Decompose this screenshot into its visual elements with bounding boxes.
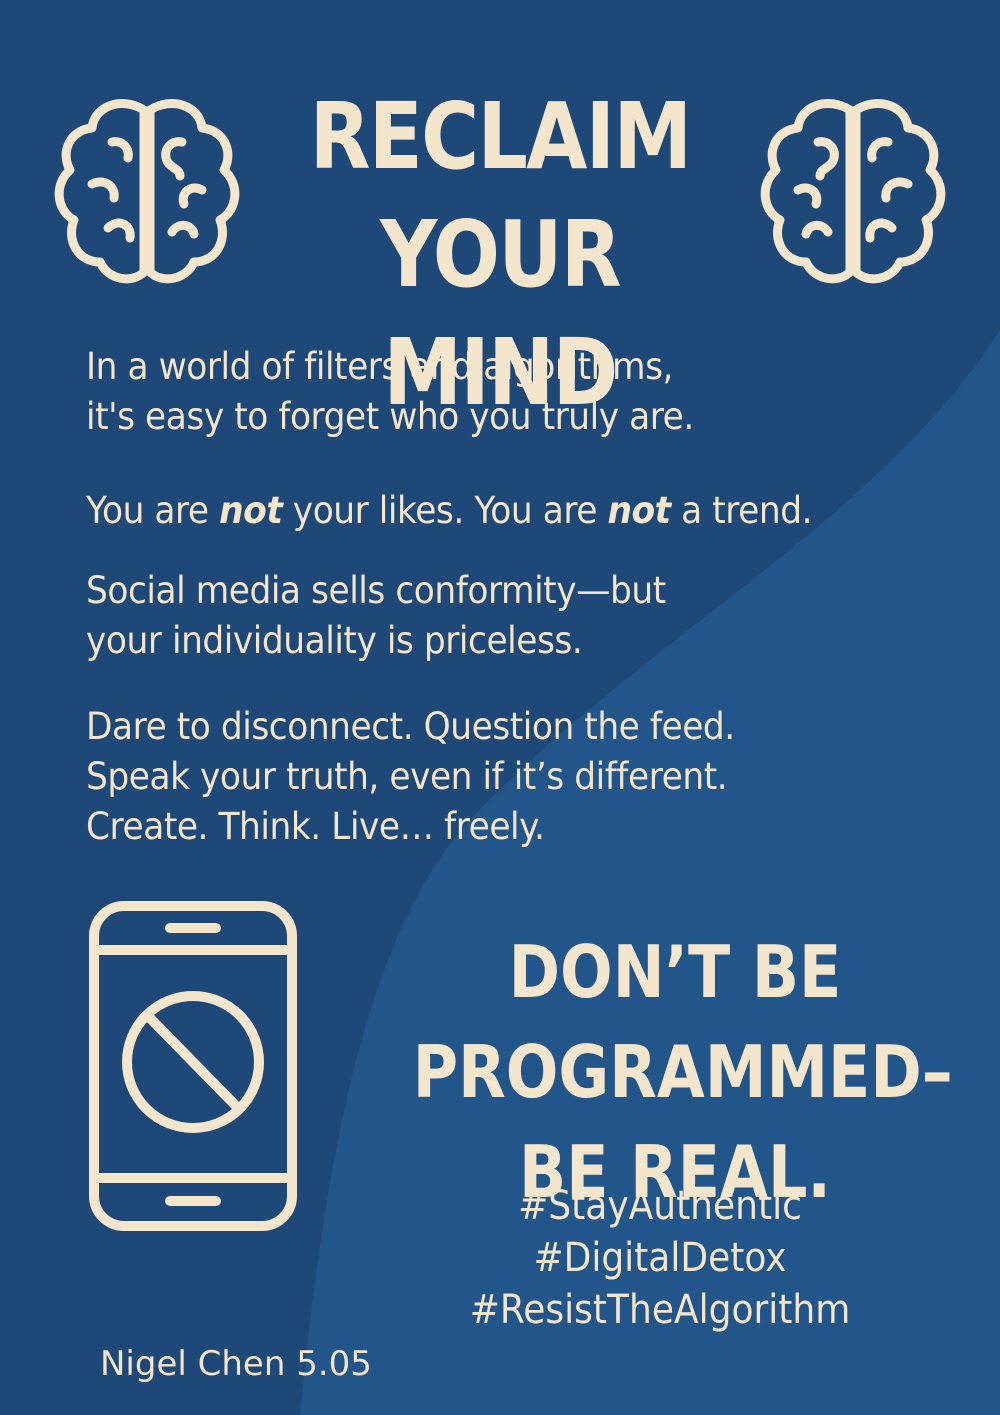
emphasis: not [219,489,283,532]
disconnect-line-2: Speak your truth, even if it’s different… [86,755,728,798]
brain-icon [760,99,946,284]
hashtags: #StayAuthentic #DigitalDetox #ResistTheA… [408,1180,912,1336]
conformity-line-2: your individuality is priceless. [86,619,583,662]
intro-line-2: it's easy to forget who you truly are. [86,395,694,438]
author-credit: Nigel Chen 5.05 [100,1344,372,1384]
hashtag: #StayAuthentic [518,1183,802,1229]
disconnect-line-3: Create. Think. Live… freely. [86,805,545,848]
not-likes-paragraph: You are not your likes. You are not a tr… [86,486,813,536]
text-fragment: a trend. [670,489,813,532]
text-fragment: You are [86,489,220,532]
slogan-line-1: DON’T BE [508,930,842,1014]
conformity-line-1: Social media sells conformity—but [86,569,666,612]
hashtag: #DigitalDetox [533,1235,787,1281]
hashtag: #ResistTheAlgorithm [469,1287,851,1333]
conformity-paragraph: Social media sells conformity—but your i… [86,566,666,666]
disconnect-paragraph: Dare to disconnect. Question the feed. S… [86,702,735,852]
phone-blocked-icon [89,901,297,1231]
text-fragment: your likes. You are [282,489,608,532]
poster: RECLAIM YOUR MIND In a world of filters … [0,0,1000,1415]
brain-icon [54,99,240,284]
disconnect-line-1: Dare to disconnect. Question the feed. [86,705,735,748]
intro-paragraph: In a world of filters and algorithms, it… [86,342,694,442]
slogan: DON’T BE PROGRAMMED– BE REAL. [412,922,953,1222]
slogan-line-2: PROGRAMMED– [412,1030,953,1114]
intro-line-1: In a world of filters and algorithms, [86,345,674,388]
title-line-1: RECLAIM [309,83,693,190]
emphasis: not [607,489,671,532]
